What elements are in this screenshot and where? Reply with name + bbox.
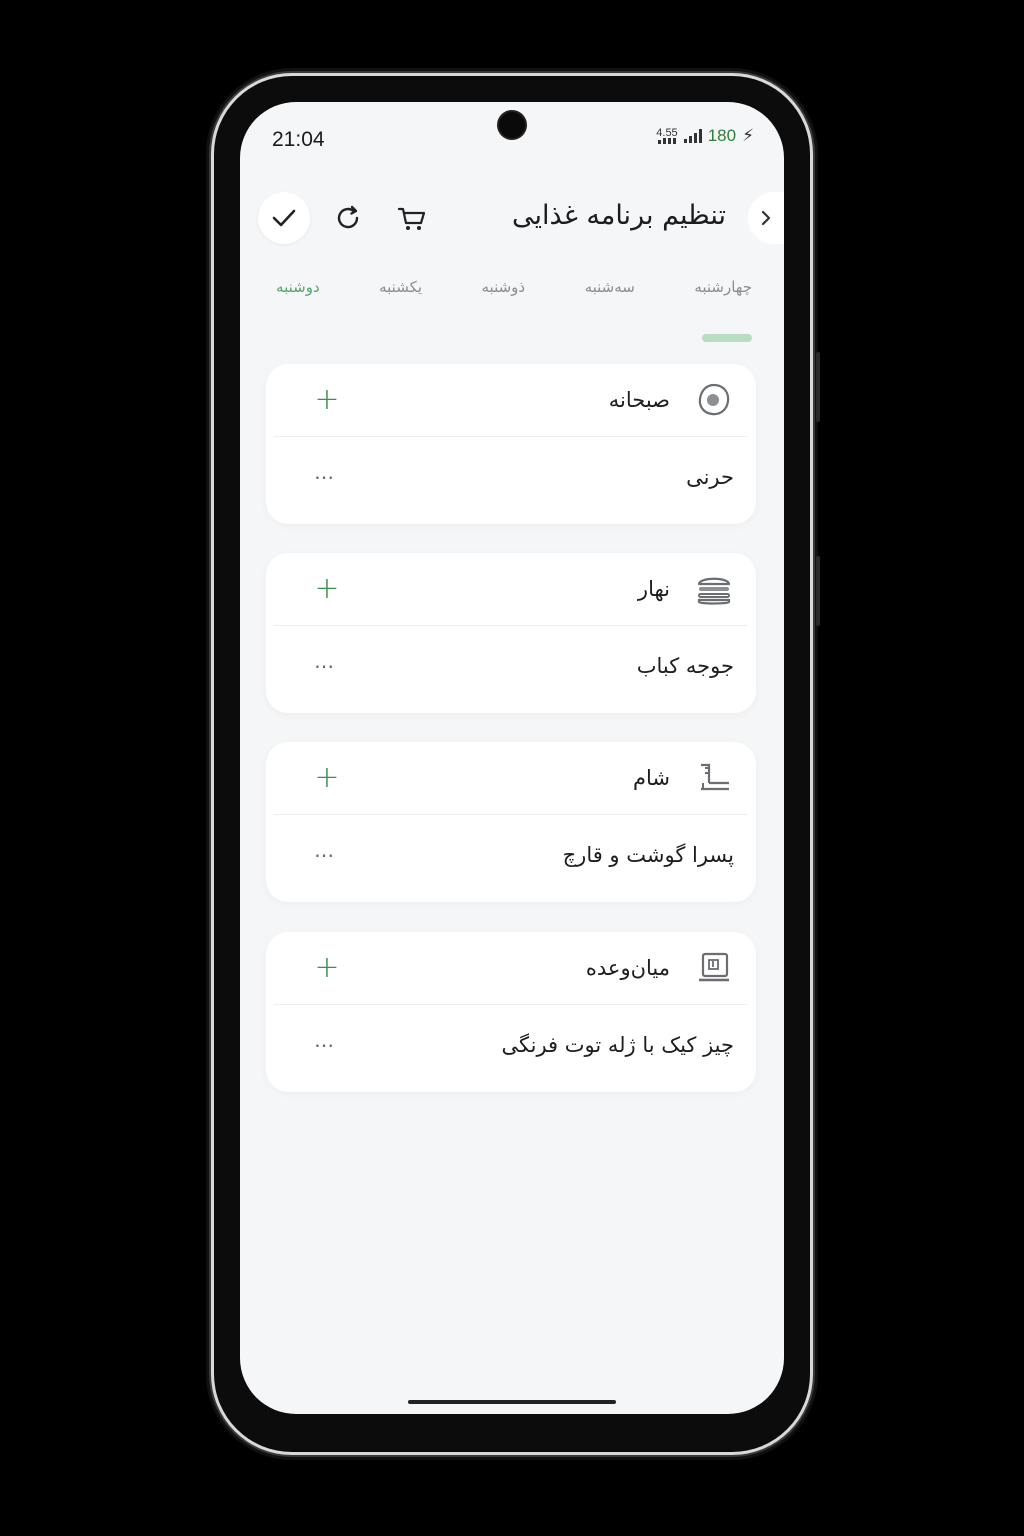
snack-icon — [694, 948, 734, 988]
add-food-button[interactable]: + — [312, 574, 342, 604]
meal-card-snack: میان‌وعده + چیز کیک با ژله توت فرنگی ⋯ — [266, 932, 756, 1092]
burger-icon — [694, 569, 734, 609]
app-header: تنظیم برنامه غذایی — [240, 186, 784, 250]
active-tab-indicator — [702, 334, 752, 342]
tab-day-3[interactable]: ذوشنبه — [482, 278, 526, 308]
meal-header-row: صبحانه + — [266, 364, 756, 436]
meal-card-dinner: شام + پسرا گوشت و قارچ ⋯ — [266, 742, 756, 902]
meal-header-row: نهار + — [266, 553, 756, 625]
page-title: تنظیم برنامه غذایی — [512, 200, 726, 231]
meal-header-row: شام + — [266, 742, 756, 814]
power-button — [816, 556, 820, 626]
phone-frame: 21:04 4.55 180 ⚡︎ تنظیم برنامه غذایی دوش… — [214, 76, 820, 1452]
food-item-row[interactable]: پسرا گوشت و قارچ ⋯ — [266, 815, 756, 895]
more-options-button[interactable]: ⋯ — [314, 843, 335, 867]
home-indicator[interactable] — [408, 1400, 616, 1404]
day-tabs: دوشنبه یکشنبه ذوشنبه سه‌شنبه چهارشنبه — [276, 278, 752, 308]
food-item-row[interactable]: حرنی ⋯ — [266, 437, 756, 517]
cart-button[interactable] — [386, 192, 438, 244]
screen: 21:04 4.55 180 ⚡︎ تنظیم برنامه غذایی دوش… — [240, 102, 784, 1414]
food-item-name: پسرا گوشت و قارچ — [562, 843, 734, 867]
status-bar: 21:04 4.55 180 ⚡︎ — [240, 124, 784, 160]
data-activity-icon — [657, 138, 676, 144]
refresh-button[interactable] — [322, 192, 374, 244]
tab-day-4[interactable]: سه‌شنبه — [585, 278, 635, 308]
tab-day-1[interactable]: دوشنبه — [276, 278, 320, 308]
more-options-button[interactable]: ⋯ — [314, 465, 335, 489]
more-options-button[interactable]: ⋯ — [314, 654, 335, 678]
battery-level: 180 — [707, 126, 737, 145]
meal-header-row: میان‌وعده + — [266, 932, 756, 1004]
meal-card-lunch: نهار + جوجه کباب ⋯ — [266, 553, 756, 713]
tab-day-2[interactable]: یکشنبه — [379, 278, 422, 308]
food-item-name: چیز کیک با ژله توت فرنگی — [501, 1033, 735, 1057]
egg-icon — [694, 380, 734, 420]
add-food-button[interactable]: + — [312, 385, 342, 415]
network-speed-indicator: 4.55 — [656, 127, 678, 144]
refresh-icon — [337, 205, 359, 229]
status-indicators: 4.55 180 ⚡︎ — [656, 126, 754, 146]
confirm-button[interactable] — [258, 192, 310, 244]
dinner-icon — [694, 758, 734, 798]
signal-icon — [683, 129, 702, 143]
food-item-name: جوجه کباب — [636, 654, 734, 678]
meal-title: شام — [633, 766, 670, 790]
back-button[interactable] — [748, 192, 784, 244]
food-item-row[interactable]: جوجه کباب ⋯ — [266, 626, 756, 706]
meal-title: صبحانه — [608, 388, 670, 412]
cart-icon — [397, 207, 426, 230]
tab-day-5[interactable]: چهارشنبه — [694, 278, 752, 308]
network-speed: 4.55 — [656, 127, 678, 139]
meal-title: نهار — [637, 577, 670, 601]
add-food-button[interactable]: + — [312, 763, 342, 793]
meal-card-breakfast: صبحانه + حرنی ⋯ — [266, 364, 756, 524]
food-item-name: حرنی — [686, 465, 734, 489]
more-options-button[interactable]: ⋯ — [314, 1033, 335, 1057]
chevron-right-icon — [761, 210, 771, 226]
charging-icon: ⚡︎ — [742, 126, 754, 145]
food-item-row[interactable]: چیز کیک با ژله توت فرنگی ⋯ — [266, 1005, 756, 1085]
volume-button — [816, 352, 820, 422]
status-time: 21:04 — [272, 128, 325, 151]
meal-title: میان‌وعده — [585, 956, 670, 980]
check-icon — [272, 209, 296, 227]
add-food-button[interactable]: + — [312, 953, 342, 983]
